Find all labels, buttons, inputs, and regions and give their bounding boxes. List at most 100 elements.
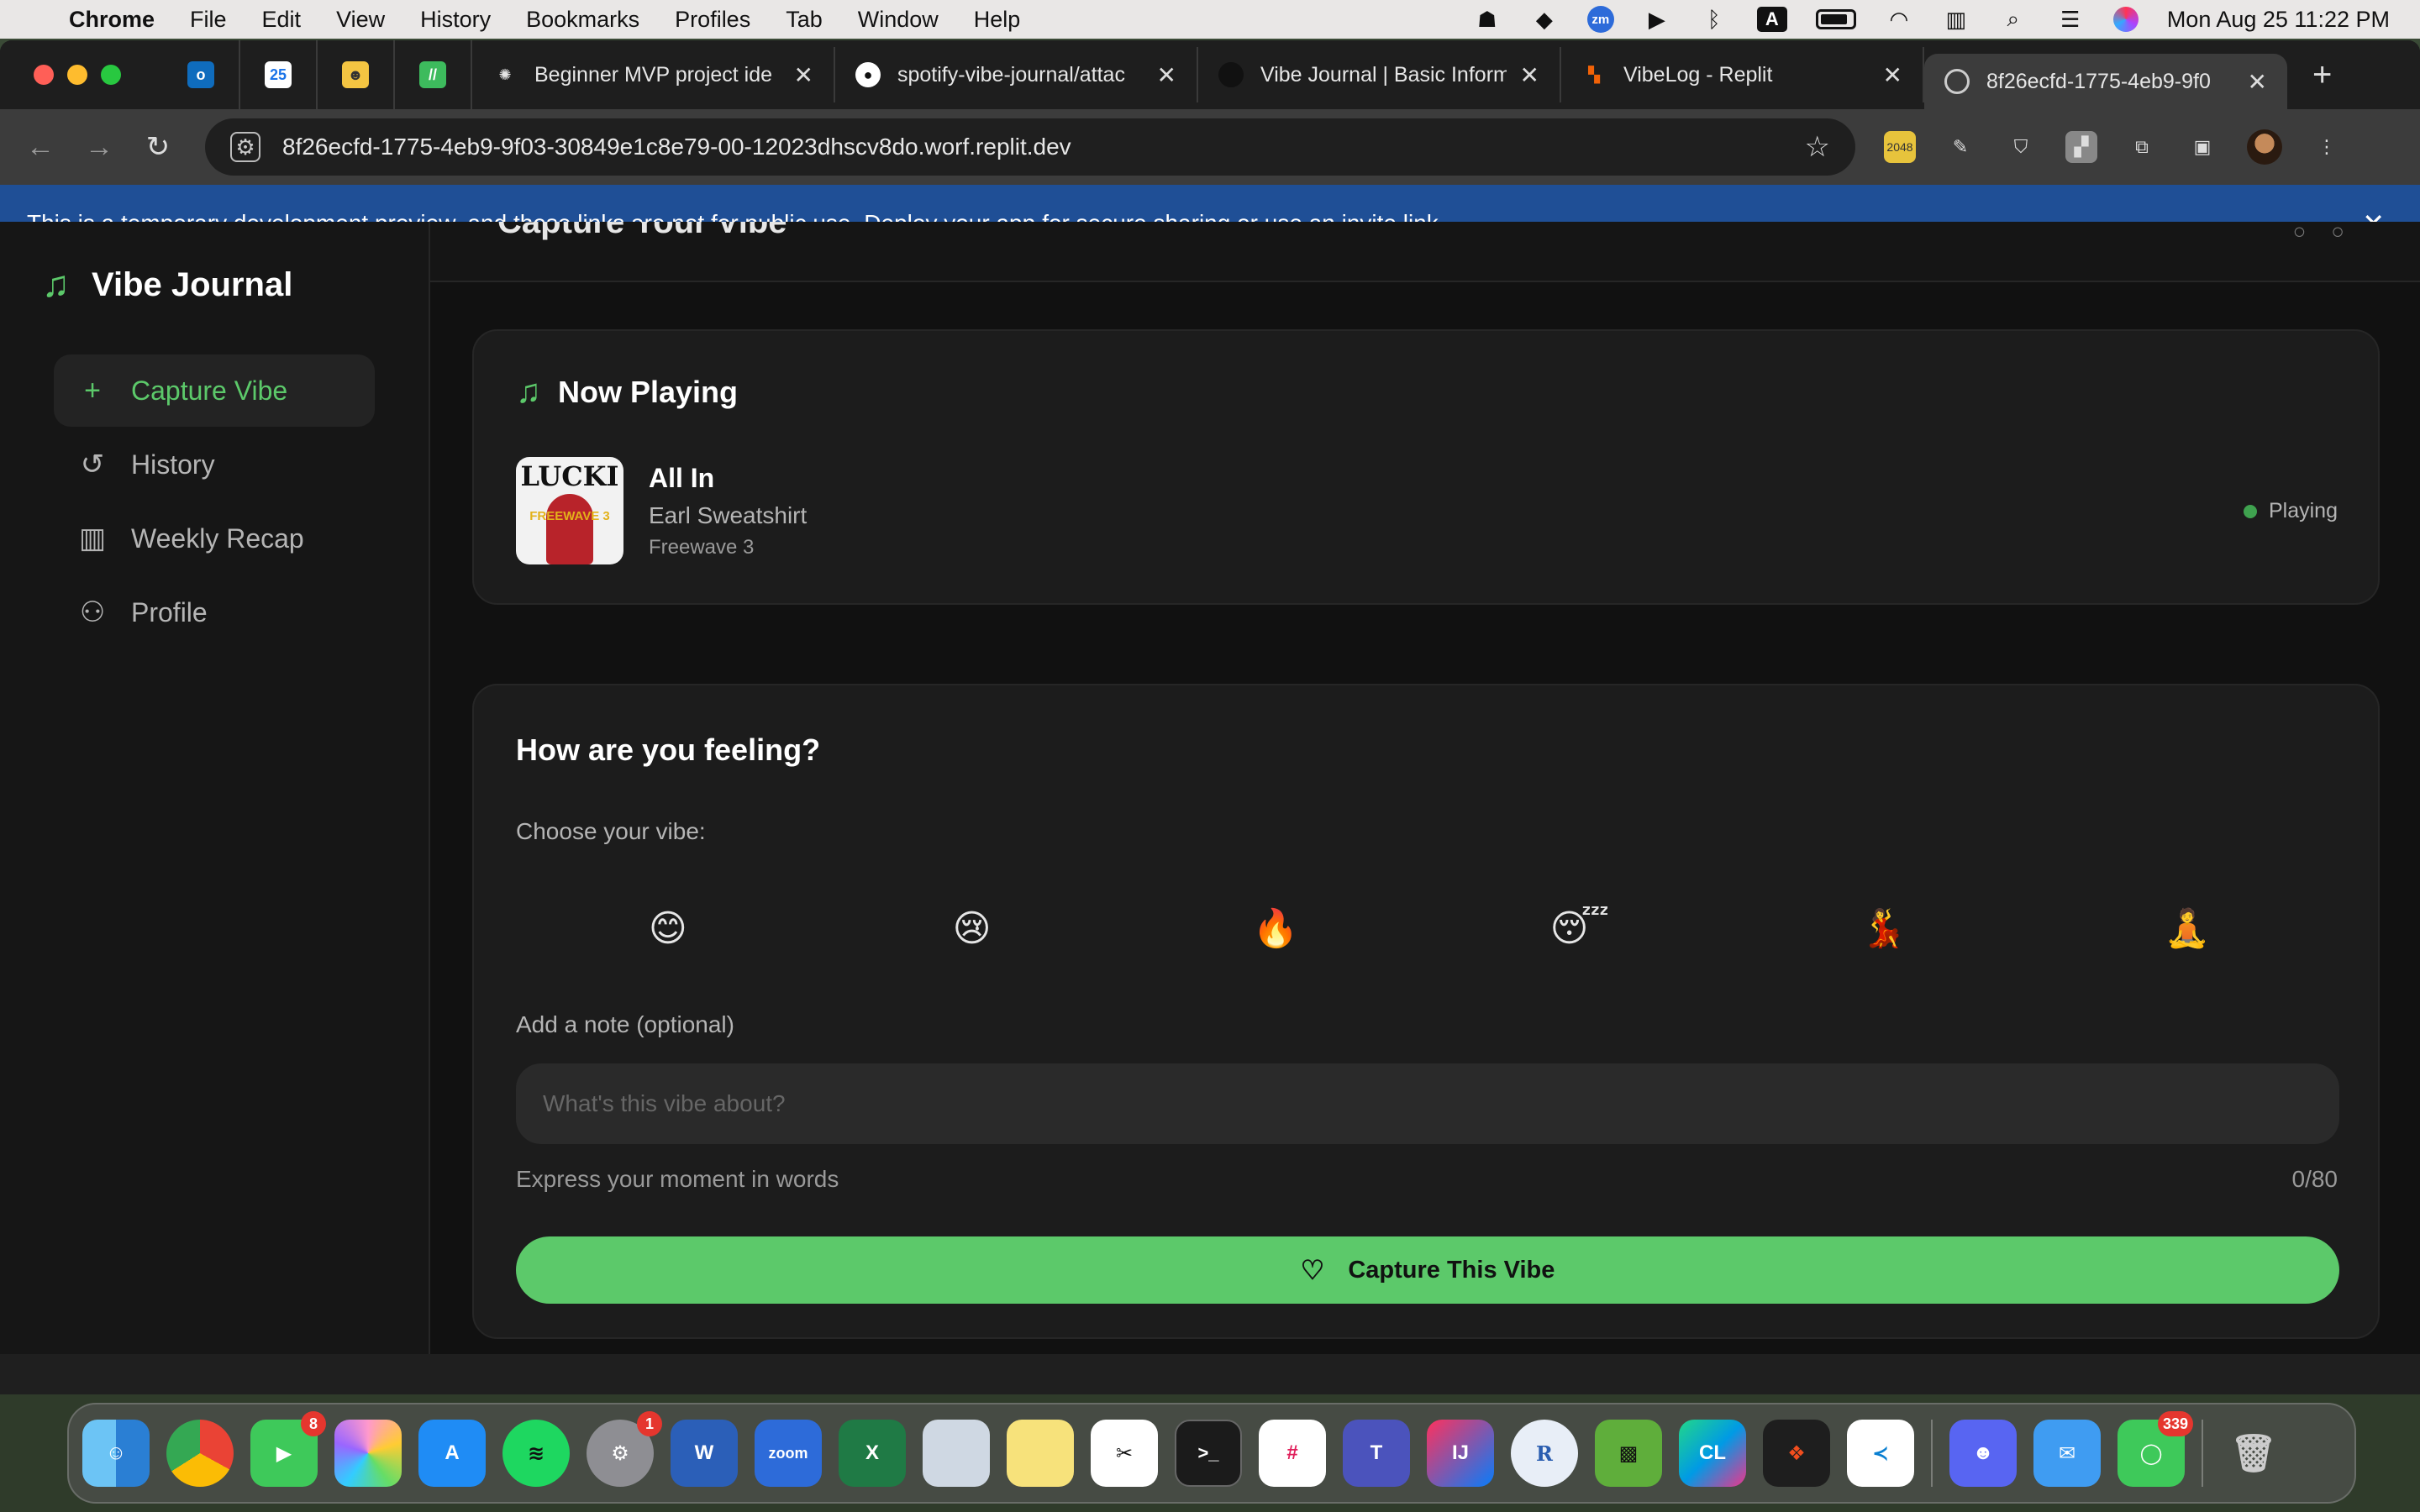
minimize-window-button[interactable] xyxy=(67,65,87,85)
preview-icon[interactable] xyxy=(923,1420,990,1487)
tab-search-icon[interactable]: ▣ xyxy=(2186,131,2218,163)
menu-window[interactable]: Window xyxy=(858,7,939,33)
slack-icon[interactable]: # xyxy=(1259,1420,1326,1487)
sidebar-item-label: History xyxy=(131,449,215,480)
vibe-sleepy-button[interactable]: 😴 xyxy=(1428,890,1732,966)
clion-icon[interactable]: CL xyxy=(1679,1420,1746,1487)
app-store-icon[interactable]: A xyxy=(418,1420,486,1487)
chrome-icon[interactable] xyxy=(166,1420,234,1487)
system-settings-icon[interactable]: ⚙ 1 xyxy=(587,1411,662,1487)
vibe-sad-button[interactable]: 😢 xyxy=(820,890,1124,966)
address-bar[interactable]: ⚙ 8f26ecfd-1775-4eb9-9f03-30849e1c8e79-0… xyxy=(205,118,1855,176)
siri-icon[interactable] xyxy=(2112,7,2139,32)
close-window-button[interactable] xyxy=(34,65,54,85)
shield-icon[interactable]: ◆ xyxy=(1530,7,1559,32)
facetime-icon[interactable]: ▶ 8 xyxy=(250,1411,326,1487)
excel-icon[interactable]: X xyxy=(839,1420,906,1487)
sidebar-item-history[interactable]: ↺ History xyxy=(54,428,375,501)
menu-profiles[interactable]: Profiles xyxy=(675,7,750,33)
privacy-shield-icon[interactable]: ⛉ xyxy=(2005,131,2037,163)
zoom-window-button[interactable] xyxy=(101,65,121,85)
notes-icon[interactable] xyxy=(1007,1420,1074,1487)
memory-icon[interactable]: ▥ xyxy=(1942,7,1970,32)
close-tab-icon[interactable]: ✕ xyxy=(1157,61,1176,89)
url-text[interactable]: 8f26ecfd-1775-4eb9-9f03-30849e1c8e79-00-… xyxy=(282,134,1805,160)
menu-view[interactable]: View xyxy=(336,7,385,33)
pinned-tab-user[interactable]: ☻ xyxy=(318,40,395,109)
figma-icon[interactable]: ❖ xyxy=(1763,1420,1830,1487)
color-picker-icon[interactable]: ✎ xyxy=(1944,131,1976,163)
trash-icon[interactable]: 🗑 xyxy=(2220,1420,2287,1487)
reload-icon[interactable]: ↻ xyxy=(143,130,173,164)
site-info-icon[interactable]: ⚙ xyxy=(230,132,260,162)
tab-github[interactable]: ● spotify-vibe-journal/attac ✕ xyxy=(835,47,1198,102)
vscode-icon[interactable]: ≺ xyxy=(1847,1420,1914,1487)
menu-file[interactable]: File xyxy=(190,7,227,33)
pinned-tab-app[interactable]: // xyxy=(395,40,472,109)
mail-icon[interactable]: ✉ xyxy=(2033,1420,2101,1487)
pinned-tab-outlook[interactable]: o xyxy=(163,40,240,109)
pinned-tab-calendar[interactable]: 25 xyxy=(240,40,318,109)
bluetooth-icon[interactable]: ᛒ xyxy=(1700,7,1728,32)
zoom-icon[interactable]: zm xyxy=(1586,6,1614,33)
word-icon[interactable]: W xyxy=(671,1420,738,1487)
zoom-app-icon[interactable]: zoom xyxy=(755,1420,822,1487)
search-icon[interactable]: ⌕ xyxy=(1999,6,2028,31)
menu-history[interactable]: History xyxy=(420,7,491,33)
finder-icon[interactable]: ☺ xyxy=(82,1420,150,1487)
minecraft-icon[interactable]: ▩ xyxy=(1595,1420,1662,1487)
wifi-icon[interactable]: ◠ xyxy=(1885,7,1913,32)
extension-2048-icon[interactable]: 2048 xyxy=(1884,131,1916,163)
tab-replit[interactable]: ▚ VibeLog - Replit ✕ xyxy=(1561,47,1924,102)
vibe-fire-button[interactable]: 🔥 xyxy=(1123,890,1428,966)
r-icon[interactable]: R xyxy=(1511,1420,1578,1487)
terminal-icon[interactable]: >_ xyxy=(1175,1420,1242,1487)
play-icon[interactable]: ▶ xyxy=(1643,7,1671,32)
new-tab-button[interactable]: + xyxy=(2312,56,2332,94)
tab-title: Beginner MVP project ide xyxy=(534,62,773,87)
close-tab-icon[interactable]: ✕ xyxy=(1520,61,1539,89)
note-input[interactable] xyxy=(516,1063,2339,1144)
desktop-background: ☺ ▶ 8 A ≋ ⚙ 1 W zoom X ✂ >_ # T IJ R ▩ CL … xyxy=(0,1394,2420,1512)
close-tab-icon[interactable]: ✕ xyxy=(794,61,813,89)
forward-icon[interactable]: → xyxy=(84,131,114,164)
sidebar-item-weekly-recap[interactable]: ▥ Weekly Recap xyxy=(54,502,375,575)
vibe-happy-button[interactable]: 😊 xyxy=(516,890,820,966)
teams-app-icon[interactable]: T xyxy=(1343,1420,1410,1487)
menu-edit[interactable]: Edit xyxy=(262,7,302,33)
vibe-calm-button[interactable]: 🧘 xyxy=(2035,890,2339,966)
photos-icon[interactable] xyxy=(334,1420,402,1487)
teams-icon[interactable]: ☗ xyxy=(1473,7,1502,32)
dock-separator xyxy=(2202,1420,2203,1487)
vibe-dance-button[interactable]: 💃 xyxy=(1732,890,2036,966)
battery-icon[interactable] xyxy=(1815,9,1856,29)
control-center-icon[interactable]: ☰ xyxy=(2056,7,2085,32)
menu-clock[interactable]: Mon Aug 25 11:22 PM xyxy=(2167,7,2390,33)
close-tab-icon[interactable]: ✕ xyxy=(2248,68,2267,96)
more-menu-icon[interactable]: ⋮ xyxy=(2311,131,2343,163)
puzzle-icon[interactable]: ⧉ xyxy=(2126,131,2158,163)
menu-help[interactable]: Help xyxy=(974,7,1021,33)
capture-vibe-button[interactable]: ♡ Capture This Vibe xyxy=(516,1236,2339,1304)
sidebar-item-profile[interactable]: ⚇ Profile xyxy=(54,576,375,648)
messages-icon[interactable]: ◯ 339 xyxy=(2118,1411,2193,1487)
sidebar-item-capture-vibe[interactable]: + Capture Vibe xyxy=(54,354,375,427)
input-source-icon[interactable]: A xyxy=(1756,7,1787,32)
menu-tab[interactable]: Tab xyxy=(786,7,823,33)
intellij-icon[interactable]: IJ xyxy=(1427,1420,1494,1487)
discord-icon[interactable]: ☻ xyxy=(1949,1420,2017,1487)
close-tab-icon[interactable]: ✕ xyxy=(1883,61,1902,89)
profile-avatar[interactable] xyxy=(2247,129,2282,165)
back-icon[interactable]: ← xyxy=(25,131,55,164)
app-shell: ♫ Vibe Journal + Capture Vibe ↺ History … xyxy=(0,222,2420,1354)
vibe-options: 😊 😢 🔥 😴 💃 🧘 xyxy=(516,890,2339,966)
menu-app-name[interactable]: Chrome xyxy=(69,7,155,33)
menu-bookmarks[interactable]: Bookmarks xyxy=(526,7,639,33)
capcut-icon[interactable]: ✂ xyxy=(1091,1420,1158,1487)
tab-notion[interactable]: Vibe Journal | Basic Inform ✕ xyxy=(1198,47,1561,102)
bookmark-star-icon[interactable]: ☆ xyxy=(1805,130,1830,164)
tab-chatgpt[interactable]: ✺ Beginner MVP project ide ✕ xyxy=(472,47,835,102)
spotify-icon[interactable]: ≋ xyxy=(502,1420,570,1487)
extension-icon[interactable]: ▞ xyxy=(2065,131,2097,163)
tab-preview[interactable]: 8f26ecfd-1775-4eb9-9f0 ✕ xyxy=(1924,54,2287,109)
